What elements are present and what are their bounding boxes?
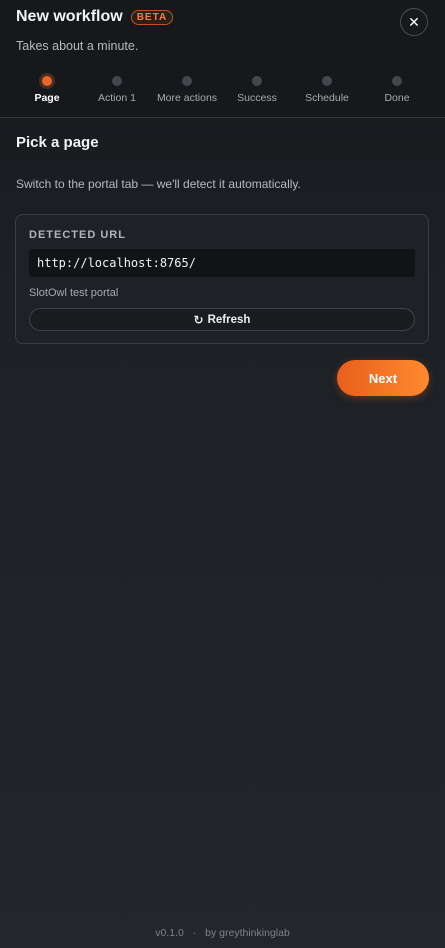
footer: v0.1.0 · by greythinkinglab [0, 927, 445, 939]
version-text: v0.1.0 [155, 927, 184, 939]
page-title: New workflow [16, 8, 123, 25]
beta-badge: BETA [130, 9, 174, 25]
refresh-button[interactable]: ↻ Refresh [29, 308, 415, 331]
hint-text: Switch to the portal tab — we'll detect … [16, 177, 301, 191]
step-label: Success [237, 92, 277, 104]
step-dot [392, 76, 402, 86]
step-schedule[interactable]: Schedule [292, 76, 362, 108]
step-label: Page [34, 92, 60, 104]
card-label: DETECTED URL [29, 229, 126, 241]
header: New workflow BETA Takes about a minute. … [0, 0, 445, 118]
step-label: Done [384, 92, 410, 104]
step-dot [252, 76, 262, 86]
close-button[interactable]: ✕ [400, 8, 428, 36]
step-dot [322, 76, 332, 86]
step-more-actions[interactable]: More actions [152, 76, 222, 108]
detected-url-field[interactable]: http://localhost:8765/ [29, 249, 415, 277]
section-title: Pick a page [16, 134, 99, 151]
close-icon: ✕ [408, 13, 420, 30]
next-button[interactable]: Next [337, 360, 429, 396]
footer-separator: · [192, 927, 197, 939]
step-label: Schedule [305, 92, 349, 104]
step-label: Action 1 [98, 92, 136, 104]
refresh-icon: ↻ [193, 312, 204, 327]
detected-url-card: DETECTED URL http://localhost:8765/ Slot… [15, 214, 429, 344]
title-row: New workflow BETA [16, 8, 174, 26]
workflow-panel: New workflow BETA Takes about a minute. … [0, 0, 445, 948]
step-success[interactable]: Success [222, 76, 292, 108]
stepper: Page Action 1 More actions Success Sched… [12, 76, 432, 108]
step-page[interactable]: Page [12, 76, 82, 108]
subtitle: Takes about a minute. [16, 39, 139, 53]
step-dot [112, 76, 122, 86]
step-dot [182, 76, 192, 86]
step-label: More actions [156, 92, 218, 104]
refresh-label: Refresh [207, 313, 251, 326]
step-action-1[interactable]: Action 1 [82, 76, 152, 108]
credit-text: by greythinkinglab [205, 927, 290, 939]
step-dot-active [42, 76, 52, 86]
page-name: SlotOwl test portal [29, 287, 119, 299]
step-done[interactable]: Done [362, 76, 432, 108]
